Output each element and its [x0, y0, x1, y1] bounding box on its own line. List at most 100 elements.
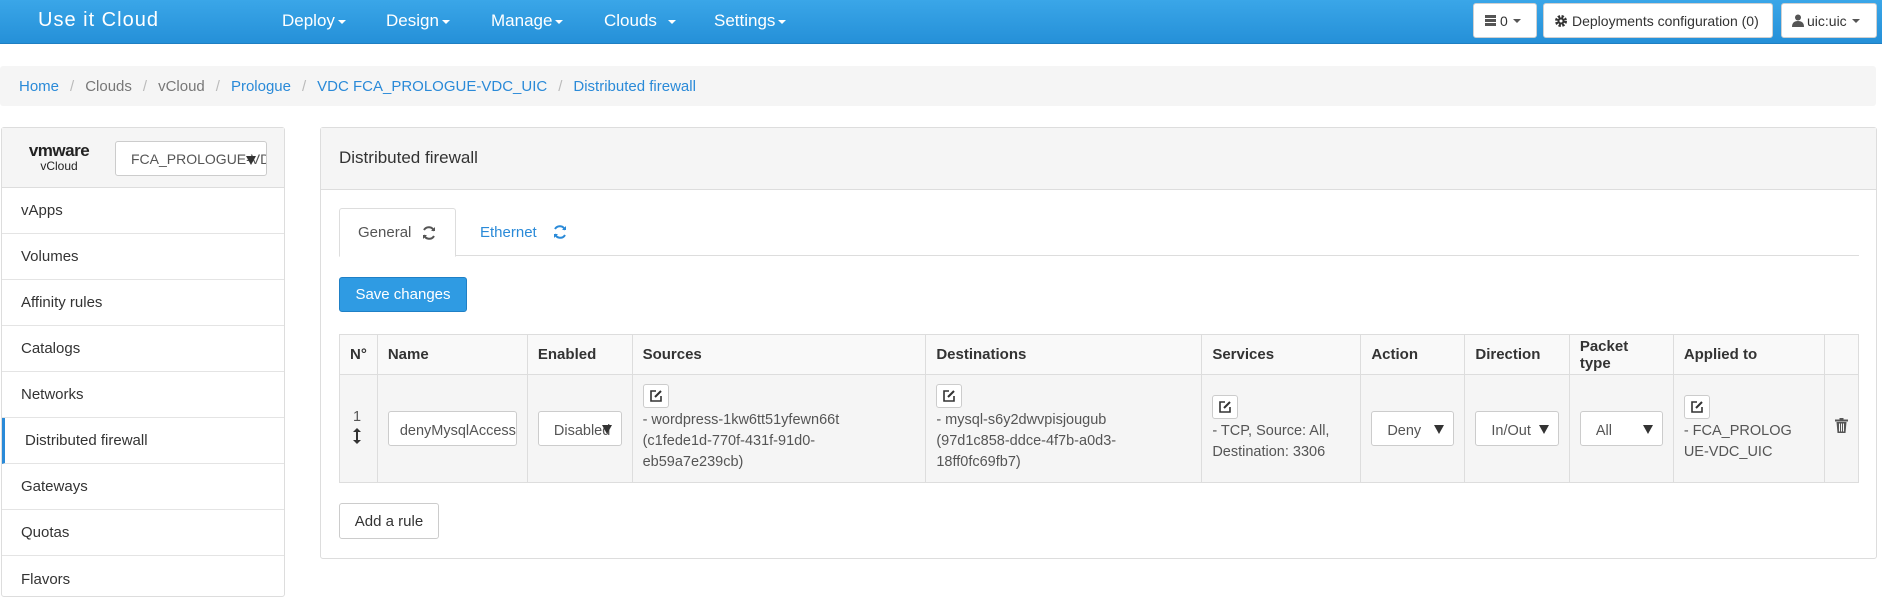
refresh-icon[interactable] [552, 224, 568, 240]
servers-count: 0 [1500, 12, 1508, 29]
breadcrumb-vcloud: vCloud [158, 77, 205, 95]
breadcrumb-vdc[interactable]: VDC FCA_PROLOGUE-VDC_UIC [317, 78, 547, 95]
column-header-name: Name [376, 334, 528, 375]
rule-services-cell: - TCP, Source: All, Destination: 3306 [1201, 374, 1362, 483]
column-header-services: Services [1201, 334, 1362, 375]
sidebar-item-affinity-rules[interactable]: Affinity rules [2, 280, 284, 326]
brand-logo[interactable]: Use it Cloud [38, 9, 159, 32]
action-select[interactable]: Deny [1371, 411, 1455, 446]
sidebar-item-distributed-firewall[interactable]: Distributed firewall [2, 418, 284, 464]
top-navbar: Use it Cloud Deploy Design Manage Clouds… [0, 0, 1882, 44]
breadcrumb-clouds: Clouds [85, 77, 132, 95]
menu-design[interactable]: Design [386, 11, 450, 31]
user-icon [1792, 14, 1804, 27]
breadcrumb-separator: / [215, 77, 220, 95]
caret-down-icon [555, 19, 564, 24]
rule-number: 1 [353, 408, 362, 425]
action-select-value: Deny [1387, 423, 1422, 439]
tab-ethernet[interactable]: Ethernet [462, 208, 586, 256]
table-row: 1 denyMysqlAccess Disabled - wordpress-1… [339, 374, 1859, 483]
edit-sources-button[interactable] [642, 384, 669, 408]
enabled-select[interactable]: Disabled [537, 411, 622, 446]
firewall-panel: Distributed firewall General Ethernet Sa… [320, 127, 1877, 559]
panel-title: Distributed firewall [321, 128, 1876, 190]
column-header-applied-to: Applied to [1672, 334, 1826, 375]
breadcrumb-separator: / [142, 77, 148, 95]
sidebar-item-gateways[interactable]: Gateways [2, 464, 284, 510]
breadcrumb-home[interactable]: Home [19, 78, 59, 95]
caret-down-icon [778, 19, 787, 24]
rule-number-cell: 1 [339, 374, 378, 483]
edit-applied-to-button[interactable] [1683, 394, 1710, 419]
dropdown-arrow-icon [1642, 425, 1653, 434]
tab-ethernet-label: Ethernet [480, 223, 537, 241]
column-header-action: Action [1360, 334, 1466, 375]
edit-icon [943, 390, 956, 402]
sidebar-item-catalogs[interactable]: Catalogs [2, 326, 284, 372]
rule-destinations-cell: - mysql-s6y2dwvpisjougub (97d1c858-ddce-… [925, 374, 1203, 483]
menu-clouds[interactable]: Clouds [604, 11, 676, 31]
sidebar-item-quotas[interactable]: Quotas [2, 510, 284, 556]
edit-destinations-button[interactable] [936, 384, 963, 408]
rule-packet-type-cell: All [1568, 374, 1674, 483]
menu-deploy-label: Deploy [282, 11, 335, 30]
servers-button[interactable]: 0 [1473, 3, 1537, 38]
sidebar-item-vapps[interactable]: vApps [2, 188, 284, 234]
packet-type-select[interactable]: All [1579, 411, 1663, 446]
menu-manage-label: Manage [491, 11, 553, 30]
refresh-icon[interactable] [421, 225, 437, 241]
firewall-rules-table: N° Name Enabled Sources Destinations Ser… [339, 334, 1859, 483]
dropdown-arrow-icon [601, 425, 612, 434]
breadcrumb-distributed-firewall[interactable]: Distributed firewall [573, 78, 696, 95]
deployments-config-button[interactable]: Deployments configuration (0) [1543, 3, 1773, 38]
user-label: uic:uic [1807, 12, 1847, 29]
vdc-select[interactable]: FCA_PROLOGUE-VDC_UIC [115, 141, 267, 176]
rule-action-cell: Deny [1360, 374, 1466, 483]
column-header-destinations: Destinations [925, 334, 1203, 375]
packet-type-select-value: All [1595, 423, 1612, 439]
firewall-tabs: General Ethernet [339, 208, 1859, 257]
trash-icon[interactable] [1835, 417, 1849, 433]
caret-down-icon [667, 19, 676, 24]
sidebar-item-flavors[interactable]: Flavors [2, 556, 284, 602]
add-rule-button[interactable]: Add a rule [339, 503, 439, 539]
menu-settings[interactable]: Settings [714, 11, 787, 31]
breadcrumb-separator: / [301, 77, 307, 95]
vmware-vcloud-logo: vmware vCloud [19, 142, 99, 172]
breadcrumb-prologue[interactable]: Prologue [231, 78, 291, 95]
cloud-sidebar: vmware vCloud FCA_PROLOGUE-VDC_UIC vApps… [1, 127, 285, 597]
column-header-packet-type: Packet type [1568, 334, 1674, 375]
tab-general-label: General [358, 224, 412, 241]
dropdown-arrow-icon [1538, 425, 1549, 434]
column-header-sources: Sources [631, 334, 927, 375]
menu-manage[interactable]: Manage [491, 11, 564, 31]
breadcrumb: Home / Clouds / vCloud / Prologue / VDC … [0, 66, 1876, 106]
rule-services-value: - TCP, Source: All, Destination: 3306 [1212, 422, 1330, 460]
caret-down-icon [1512, 18, 1521, 23]
logo-text: vmware [28, 141, 90, 160]
sidebar-item-volumes[interactable]: Volumes [2, 234, 284, 280]
column-header-enabled: Enabled [526, 334, 633, 375]
rule-delete-cell [1824, 374, 1859, 483]
sidebar-item-networks[interactable]: Networks [2, 372, 284, 418]
direction-select[interactable]: In/Out [1475, 411, 1559, 446]
rule-name-cell: denyMysqlAccess [376, 374, 528, 483]
breadcrumb-separator: / [558, 77, 563, 95]
rule-sources-cell: - wordpress-1kw6tt51yfewn66t (c1fede1d-7… [631, 374, 927, 483]
deployments-config-label: Deployments configuration (0) [1572, 12, 1759, 29]
user-menu-button[interactable]: uic:uic [1781, 3, 1877, 38]
menu-clouds-label: Clouds [604, 11, 657, 30]
edit-services-button[interactable] [1212, 394, 1239, 419]
rule-name-input[interactable]: denyMysqlAccess [387, 411, 517, 446]
drag-handle-icon[interactable] [353, 427, 361, 444]
save-changes-button[interactable]: Save changes [339, 277, 467, 312]
tab-general[interactable]: General [339, 208, 457, 257]
caret-down-icon [441, 19, 450, 24]
menu-deploy[interactable]: Deploy [282, 11, 346, 31]
rule-sources-value: - wordpress-1kw6tt51yfewn66t (c1fede1d-7… [642, 412, 840, 470]
edit-icon [1691, 400, 1703, 413]
column-header-actions [1824, 334, 1859, 375]
dropdown-arrow-icon [246, 156, 256, 165]
logo-subtext: vCloud [40, 159, 78, 173]
direction-select-value: In/Out [1491, 423, 1531, 439]
